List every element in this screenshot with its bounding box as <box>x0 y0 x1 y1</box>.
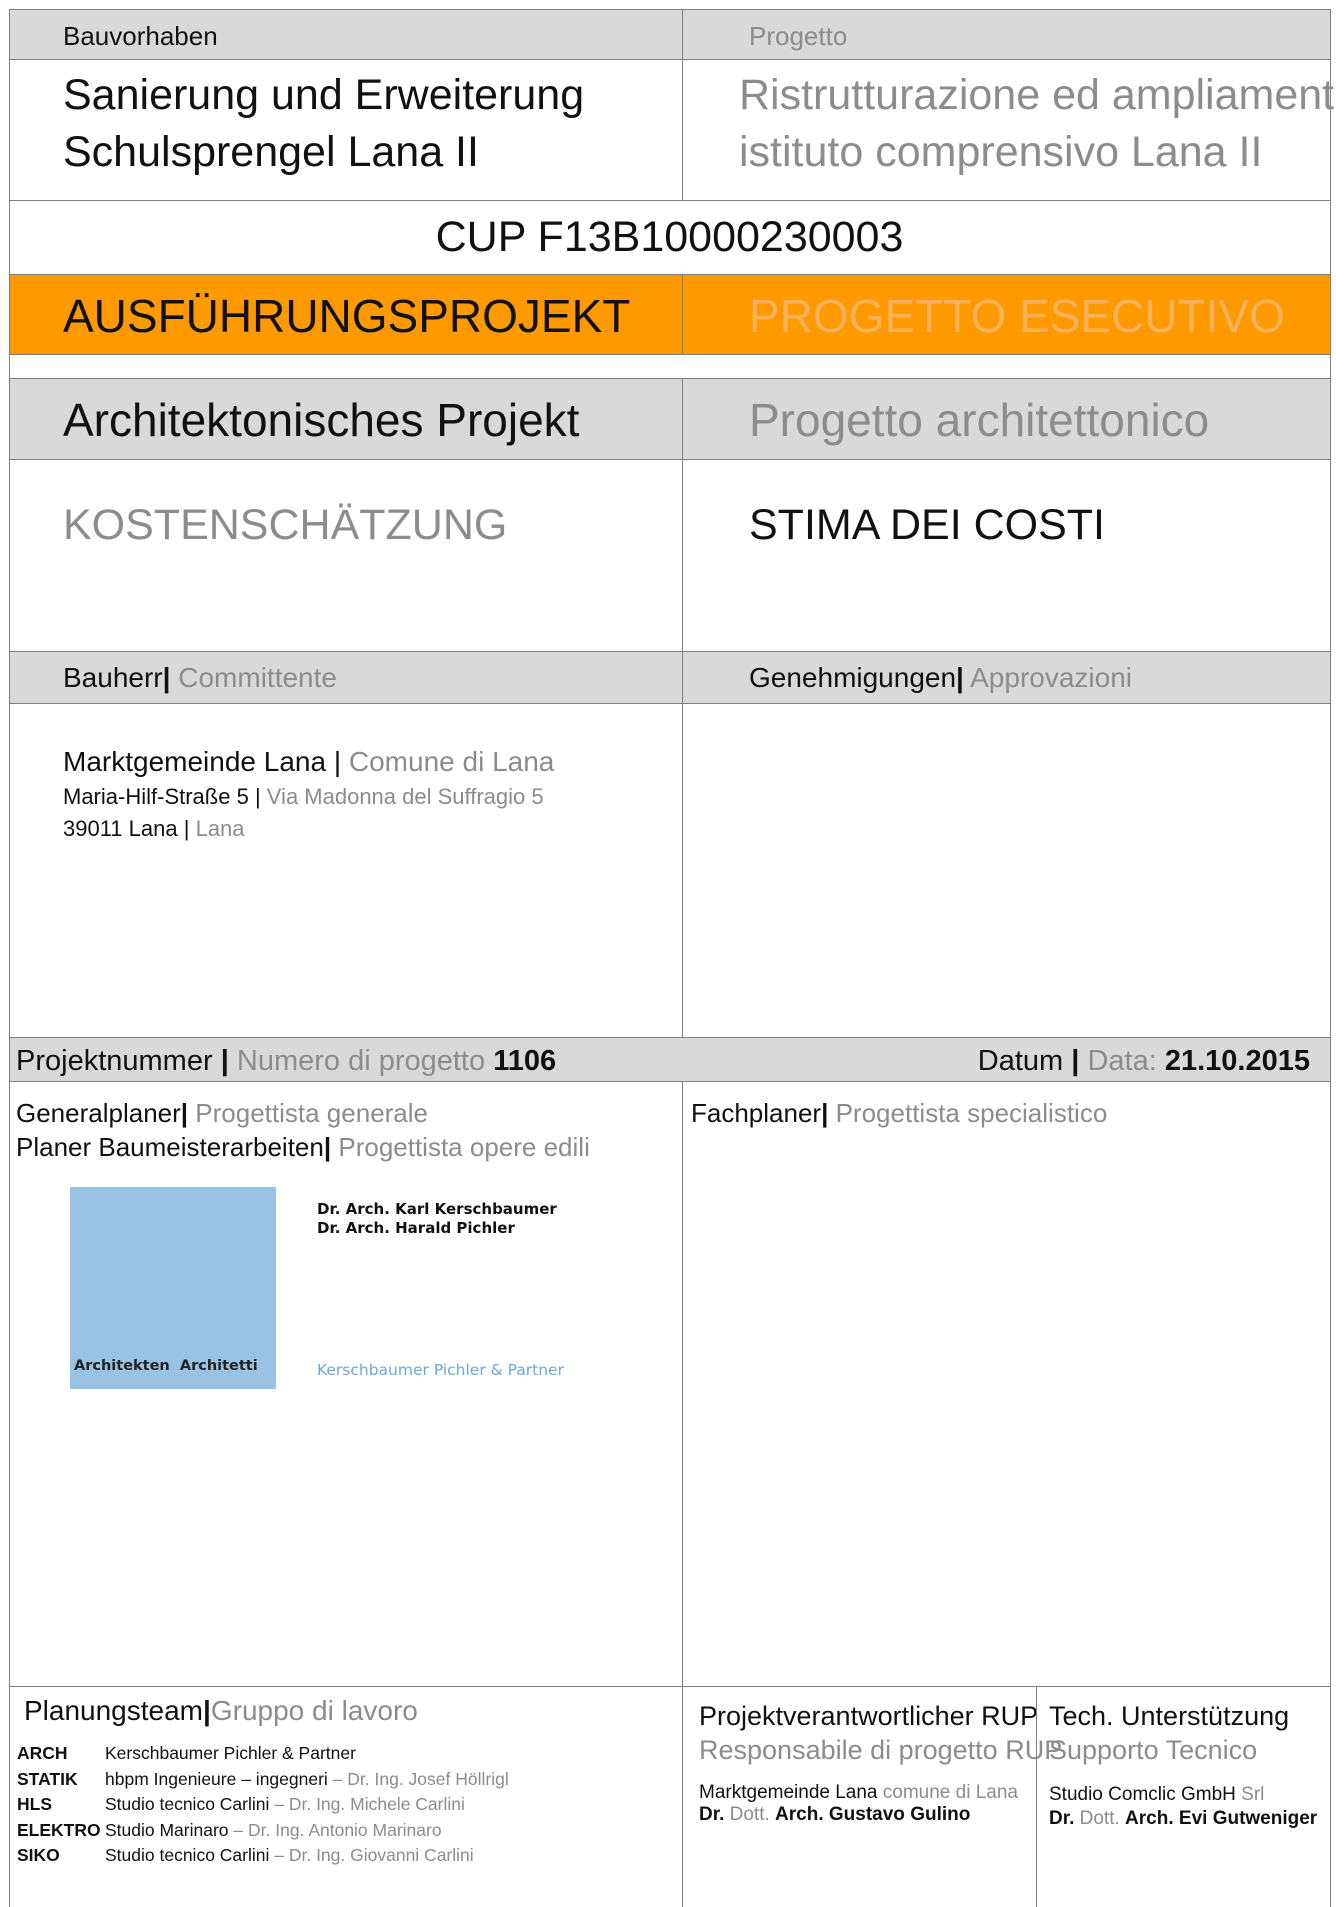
progetto-label: Progetto <box>749 21 848 51</box>
client-info-row: Marktgemeinde Lana | Comune di Lana Mari… <box>10 703 1330 1037</box>
rup-title-de: Projektverantwortlicher RUP <box>699 1701 1039 1731</box>
tech-title-it: Supporto Tecnico <box>1049 1735 1258 1765</box>
project-title-de-line2: Schulsprengel Lana II <box>63 128 479 176</box>
project-number-value: 1106 <box>493 1045 557 1077</box>
team-row-item: STATIK hbpm Ingenieure – ingegneri – Dr. … <box>17 1768 509 1789</box>
committente-label: Committente <box>178 662 337 693</box>
project-number: Projektnummer | Numero di progetto 1106 <box>16 1045 557 1077</box>
approvals-header: Genehmigungen| Approvazioni <box>749 662 1132 693</box>
divider <box>682 652 683 703</box>
document-row: KOSTENSCHÄTZUNG STIMA DEI COSTI <box>10 459 1330 651</box>
tech-person: Dr. Dott. Arch. Evi Gutweniger <box>1049 1808 1318 1829</box>
team-row-item: SIKO Studio tecnico Carlini – Dr. Ing. Gi… <box>17 1845 474 1865</box>
client-street: Maria-Hilf-Straße 5 | Via Madonna del Su… <box>63 784 544 809</box>
discipline-row: Architektonisches Projekt Progetto archi… <box>10 378 1330 459</box>
discipline-it: Progetto architettonico <box>749 394 1210 446</box>
divider <box>682 704 683 1037</box>
tech-org: Studio Comclic GmbH Srl <box>1049 1784 1265 1805</box>
title-block: Bauvorhaben Progetto Sanierung und Erwei… <box>9 9 1336 1907</box>
project-title-row: Sanierung und Erweiterung Schulsprengel … <box>10 59 1336 200</box>
divider <box>1036 1687 1037 1907</box>
logo-name-2: Dr. Arch. Harald Pichler <box>317 1219 515 1237</box>
general-planner: Generalplaner| Progettista generale <box>16 1098 429 1128</box>
divider <box>682 10 683 59</box>
approvazioni-label: Approvazioni <box>970 662 1132 693</box>
genehmigungen-label: Genehmigungen <box>749 662 957 693</box>
specialist-planner: Fachplaner| Progettista specialistico <box>691 1098 1108 1128</box>
project-title-de-line1: Sanierung und Erweiterung <box>63 71 585 119</box>
divider <box>682 379 683 459</box>
divider <box>682 460 683 651</box>
team-row: Planungsteam|Gruppo di lavoro ARCH Kersch… <box>10 1686 1330 1907</box>
planners-row: Generalplaner| Progettista generale Plan… <box>10 1081 1330 1686</box>
team-list: ARCH Kerschbaumer Pichler & Partner STATI… <box>17 1741 509 1869</box>
bauvorhaben-label: Bauvorhaben <box>63 21 218 51</box>
team-title: Planungsteam|Gruppo di lavoro <box>24 1695 418 1726</box>
phase-de: AUSFÜHRUNGSPROJEKT <box>63 290 631 342</box>
project-title-it-line1: Ristrutturazione ed ampliamento <box>739 71 1336 119</box>
bauherr-label: Bauherr <box>63 662 163 693</box>
building-planner: Planer Baumeisterarbeiten| Progettista o… <box>16 1132 590 1162</box>
cup-code: CUP F13B10000230003 <box>435 213 904 261</box>
logo-box-text: Architekten Architetti <box>74 1358 258 1374</box>
document-it: STIMA DEI COSTI <box>749 501 1105 549</box>
client-header: Bauherr| Committente <box>63 662 337 693</box>
phase-row: AUSFÜHRUNGSPROJEKT PROGETTO ESECUTIVO <box>10 274 1330 354</box>
architects-logo: Architekten Architetti <box>70 1187 276 1389</box>
team-row-item: ARCH Kerschbaumer Pichler & Partner <box>17 1743 356 1763</box>
rup-org: Marktgemeinde Lana comune di Lana <box>699 1782 1018 1803</box>
divider <box>682 1082 683 1686</box>
logo-name-1: Dr. Arch. Karl Kerschbaumer <box>317 1200 557 1218</box>
spacer-row <box>10 354 1330 378</box>
cup-row: CUP F13B10000230003 <box>10 200 1330 274</box>
project-date-value: 21.10.2015 <box>1164 1045 1310 1077</box>
divider <box>682 275 683 354</box>
logo-firm: Kerschbaumer Pichler & Partner <box>317 1361 564 1379</box>
project-number-row: Projektnummer | Numero di progetto 1106 … <box>10 1037 1330 1081</box>
team-row-item: HLS Studio tecnico Carlini – Dr. Ing. Mic… <box>17 1794 465 1814</box>
divider <box>682 60 683 200</box>
project-date: Datum | Data: 21.10.2015 <box>977 1045 1310 1077</box>
client-name: Marktgemeinde Lana | Comune di Lana <box>63 746 555 777</box>
team-row-item: ELEKTRO Studio Marinaro – Dr. Ing. Antoni… <box>17 1819 442 1840</box>
tech-title-de: Tech. Unterstützung <box>1049 1701 1290 1731</box>
discipline-de: Architektonisches Projekt <box>63 394 580 446</box>
client-header-row: Bauherr| Committente Genehmigungen| Appr… <box>10 651 1330 703</box>
rup-person: Dr. Dott. Arch. Gustavo Gulino <box>699 1804 971 1825</box>
document-de: KOSTENSCHÄTZUNG <box>63 501 508 549</box>
header-row: Bauvorhaben Progetto <box>10 9 1330 59</box>
client-city: 39011 Lana | Lana <box>63 816 245 841</box>
project-title-it-line2: istituto comprensivo Lana II <box>739 128 1263 176</box>
divider <box>682 1687 683 1907</box>
rup-title-it: Responsabile di progetto RUP <box>699 1735 1063 1765</box>
phase-it: PROGETTO ESECUTIVO <box>749 290 1285 342</box>
